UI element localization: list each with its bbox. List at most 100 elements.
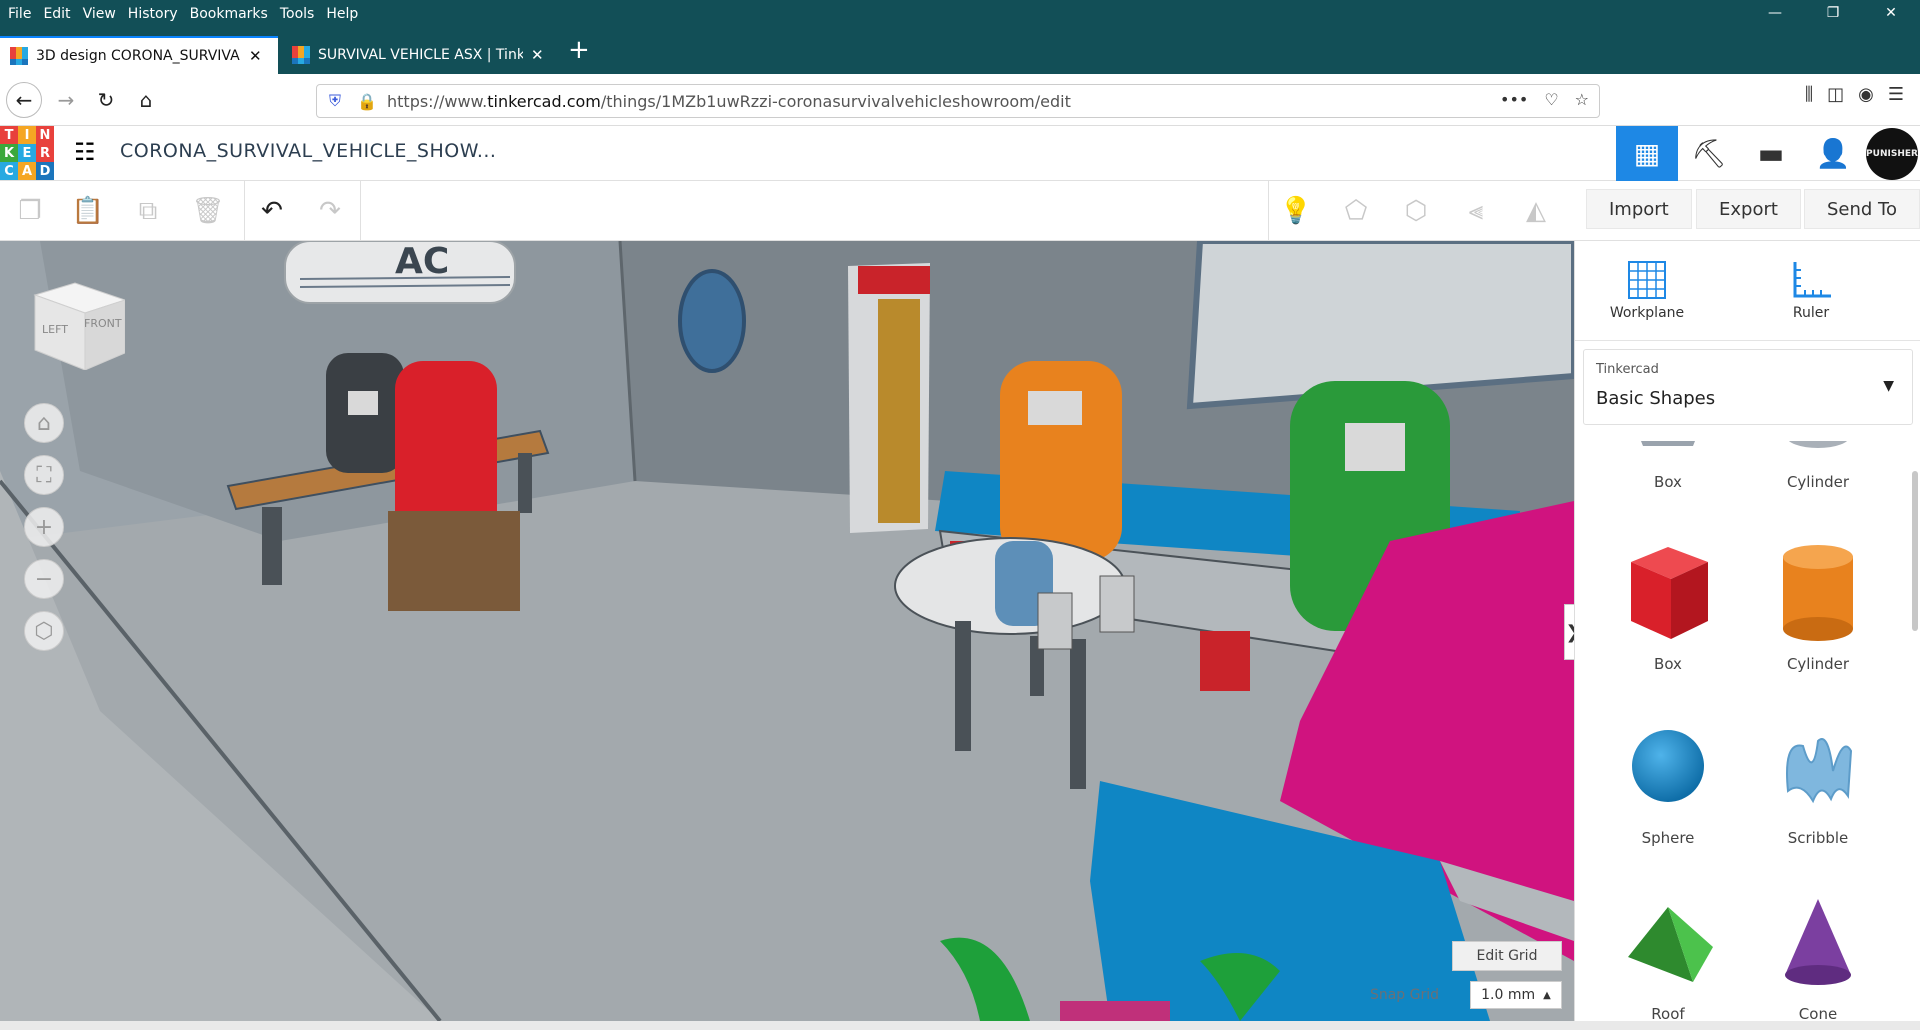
hamburger-menu-icon[interactable]: ☰ <box>1888 84 1904 105</box>
scribble-shape-icon <box>1786 738 1853 804</box>
design-title[interactable]: CORONA_SURVIVAL_VEHICLE_SHOW... <box>120 140 496 162</box>
menu-edit[interactable]: Edit <box>43 6 70 22</box>
zoom-in-button[interactable]: + <box>24 507 64 547</box>
category-value: Basic Shapes <box>1596 388 1716 409</box>
forward-arrow-icon: → <box>57 88 75 112</box>
tinkercad-logo[interactable]: T I N K E R C A D <box>0 126 56 181</box>
tab-tinkercad-design[interactable]: 3D design CORONA_SURVIVAL ✕ <box>0 36 278 74</box>
align-button[interactable]: ⫷ <box>1458 193 1494 229</box>
more-actions-icon[interactable]: ••• <box>1500 90 1528 109</box>
avatar[interactable]: PUNISHER <box>1864 126 1920 181</box>
library-icon[interactable]: ⫼ <box>1805 84 1813 105</box>
sidebar-toggle-icon[interactable]: ◫ <box>1827 84 1844 105</box>
redo-button[interactable]: ↷ <box>312 193 348 229</box>
shape-cylinder-gray[interactable]: Cylinder <box>1743 441 1893 491</box>
sidebar-scrollbar[interactable] <box>1912 471 1918 631</box>
back-button[interactable]: ← <box>6 82 42 118</box>
caret-up-icon: ▲ <box>1543 989 1551 1001</box>
undo-icon: ↶ <box>261 196 283 226</box>
close-tab-icon[interactable]: ✕ <box>531 46 544 64</box>
menu-file[interactable]: File <box>8 6 31 22</box>
import-button[interactable]: Import <box>1586 189 1692 229</box>
shape-cylinder[interactable]: Cylinder <box>1743 537 1893 673</box>
undo-button[interactable]: ↶ <box>254 193 290 229</box>
copy-button[interactable]: ❐ <box>12 193 48 229</box>
menu-bar: File Edit View History Bookmarks Tools H… <box>0 0 1920 27</box>
menu-history[interactable]: History <box>128 6 178 22</box>
new-tab-button[interactable]: + <box>568 35 590 65</box>
cone-shape-icon <box>1785 899 1851 985</box>
tab-survival-vehicle[interactable]: SURVIVAL VEHICLE ASX | Tinker ✕ <box>282 36 554 74</box>
edit-toolbar: ❐ 📋 ⧉ 🗑 ↶ ↷ 💡 ⬠ ⬡ ⫷ ◭ Import Export Send… <box>0 181 1920 241</box>
group-button[interactable]: ⬠ <box>1338 193 1374 229</box>
menu-help[interactable]: Help <box>326 6 358 22</box>
workplane-tool[interactable]: Workplane <box>1587 255 1707 321</box>
shape-cone[interactable]: Cone <box>1743 887 1893 1021</box>
pocket-icon[interactable]: ♡ <box>1544 90 1558 109</box>
mirror-button[interactable]: ◭ <box>1518 193 1554 229</box>
edit-grid-button[interactable]: Edit Grid <box>1452 941 1562 971</box>
shape-box-gray[interactable]: Box <box>1593 441 1743 491</box>
notes-button[interactable]: 💡 <box>1278 193 1314 229</box>
menu-bookmarks[interactable]: Bookmarks <box>190 6 268 22</box>
menu-tools[interactable]: Tools <box>280 6 315 22</box>
scene-render <box>0 241 1574 1021</box>
shape-category-select[interactable]: Tinkercad Basic Shapes ▼ <box>1583 349 1913 425</box>
zoom-out-button[interactable]: − <box>24 559 64 599</box>
view-cube[interactable]: LEFT FRONT <box>30 275 125 370</box>
export-button[interactable]: Export <box>1696 189 1801 229</box>
duplicate-button[interactable]: ⧉ <box>130 193 166 229</box>
navigation-bar: ← → ↻ ⌂ ⛨ 🔒 https://www.tinkercad.com/th… <box>0 74 1920 126</box>
roof-shape-icon <box>1628 907 1713 982</box>
account-icon[interactable]: ◉ <box>1858 84 1874 105</box>
bookmark-star-icon[interactable]: ☆ <box>1575 90 1589 109</box>
url-bar[interactable]: ⛨ 🔒 https://www.tinkercad.com/things/1MZ… <box>316 84 1600 118</box>
status-strip <box>0 1021 1920 1030</box>
shape-scribble[interactable]: Scribble <box>1743 711 1893 847</box>
delete-button[interactable]: 🗑 <box>190 193 226 229</box>
shape-sphere[interactable]: Sphere <box>1593 711 1743 847</box>
home-button[interactable]: ⌂ <box>128 82 164 118</box>
align-icon: ⫷ <box>1468 195 1484 226</box>
snap-grid-select[interactable]: 1.0 mm ▲ <box>1470 981 1562 1009</box>
paste-button[interactable]: 📋 <box>70 193 106 229</box>
add-user-icon: 👤 <box>1815 137 1851 170</box>
viewcube-front-label: FRONT <box>84 317 122 330</box>
invite-user-button[interactable]: 👤 <box>1802 126 1864 181</box>
close-window-button[interactable]: ✕ <box>1862 0 1920 27</box>
codeblocks-button[interactable]: ⛏ <box>1678 126 1740 181</box>
clipboard-icon: 📋 <box>71 196 105 226</box>
reload-button[interactable]: ↻ <box>88 82 124 118</box>
restore-button[interactable]: ❐ <box>1804 0 1862 27</box>
logo-letter: C <box>0 162 18 180</box>
shapes-sidebar: Workplane Ruler Tinkercad Basic Shapes ▼… <box>1574 241 1920 1021</box>
menu-view[interactable]: View <box>83 6 116 22</box>
send-to-button[interactable]: Send To <box>1804 189 1920 229</box>
minimize-button[interactable]: — <box>1746 0 1804 27</box>
3d-viewport[interactable]: AC LEFT FRONT ⌂ ⛶ + − ⬡ Edit Grid Snap G… <box>0 241 1574 1021</box>
home-icon: ⌂ <box>139 88 153 112</box>
viewcube-left-label: LEFT <box>42 323 68 336</box>
perspective-button[interactable]: ⬡ <box>24 611 64 651</box>
ungroup-button[interactable]: ⬡ <box>1398 193 1434 229</box>
ac-label: AC <box>395 241 450 282</box>
brick-icon: ▬ <box>1757 137 1785 170</box>
3d-design-view-button[interactable]: ▦ <box>1616 126 1678 181</box>
close-tab-icon[interactable]: ✕ <box>249 47 262 65</box>
back-arrow-icon: ← <box>15 88 33 112</box>
logo-letter: D <box>36 162 54 180</box>
home-view-button[interactable]: ⌂ <box>24 403 64 443</box>
ruler-tool[interactable]: Ruler <box>1751 255 1871 321</box>
logo-letter: E <box>18 144 36 162</box>
logo-letter: A <box>18 162 36 180</box>
logo-letter: R <box>36 144 54 162</box>
shape-box[interactable]: Box <box>1593 537 1743 673</box>
shape-roof[interactable]: Roof <box>1593 887 1743 1021</box>
forward-button[interactable]: → <box>48 82 84 118</box>
fit-view-button[interactable]: ⛶ <box>24 455 64 495</box>
group-icon: ⬠ <box>1344 196 1368 226</box>
tab-bar: 3D design CORONA_SURVIVAL ✕ SURVIVAL VEH… <box>0 27 1920 74</box>
tinkercad-header: T I N K E R C A D ☷ CORONA_SURVIVAL_VEHI… <box>0 126 1920 181</box>
bricks-button[interactable]: ▬ <box>1740 126 1802 181</box>
design-list-icon[interactable]: ☷ <box>74 138 102 166</box>
